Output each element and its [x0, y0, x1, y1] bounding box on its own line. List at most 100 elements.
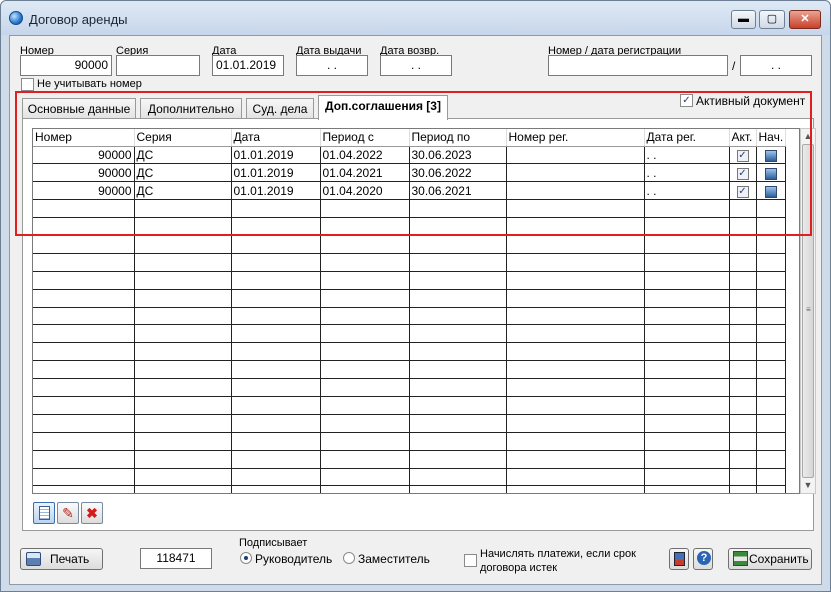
- table-cell-period-po[interactable]: 30.06.2023: [409, 146, 507, 165]
- table-cell-empty[interactable]: [506, 360, 645, 380]
- table-row-empty[interactable]: [33, 378, 787, 397]
- table-row-empty[interactable]: [33, 485, 787, 493]
- table-cell-empty[interactable]: [231, 450, 321, 469]
- table-cell-empty[interactable]: [33, 253, 135, 272]
- col-period-po[interactable]: Период по: [409, 129, 507, 147]
- table-cell-empty[interactable]: [729, 396, 757, 415]
- table-cell-empty[interactable]: [134, 271, 232, 290]
- table-cell-empty[interactable]: [644, 432, 730, 451]
- table-row-empty[interactable]: [33, 235, 787, 254]
- table-cell-empty[interactable]: [33, 432, 135, 451]
- table-cell-empty[interactable]: [134, 450, 232, 469]
- table-cell-empty[interactable]: [644, 485, 730, 493]
- table-cell-empty[interactable]: [409, 342, 507, 362]
- table-cell-empty[interactable]: [409, 450, 507, 469]
- table-cell-empty[interactable]: [320, 414, 410, 433]
- table-cell-empty[interactable]: [320, 485, 410, 493]
- nach-indicator-icon[interactable]: [764, 185, 777, 198]
- ignore-number-checkbox[interactable]: [21, 78, 34, 91]
- table-cell-nomer[interactable]: 90000: [33, 163, 135, 183]
- table-cell-empty[interactable]: [644, 342, 730, 362]
- table-cell-empty[interactable]: [320, 342, 410, 362]
- reg-number-field[interactable]: [548, 55, 728, 76]
- tab-dopolnitelno[interactable]: Дополнительно: [140, 98, 242, 119]
- table-row-empty[interactable]: [33, 253, 787, 272]
- table-cell-empty[interactable]: [729, 360, 757, 380]
- reg-date-field[interactable]: . .: [740, 55, 812, 76]
- table-cell-empty[interactable]: [644, 450, 730, 469]
- table-cell-empty[interactable]: [134, 378, 232, 397]
- nach-indicator-icon[interactable]: [764, 149, 777, 162]
- table-cell-empty[interactable]: [506, 324, 645, 344]
- table-row-empty[interactable]: [33, 468, 787, 487]
- delete-button[interactable]: ✖: [81, 502, 103, 524]
- table-cell-empty[interactable]: [756, 271, 787, 290]
- table-cell-empty[interactable]: [506, 378, 645, 397]
- table-cell-empty[interactable]: [134, 324, 232, 344]
- table-cell-empty[interactable]: [644, 324, 730, 344]
- table-cell-empty[interactable]: [33, 485, 135, 493]
- col-akt[interactable]: Акт.: [729, 129, 757, 147]
- table-cell-empty[interactable]: [756, 468, 787, 487]
- table-cell-period-s[interactable]: 01.04.2022: [320, 146, 410, 165]
- table-cell-empty[interactable]: [231, 253, 321, 272]
- table-cell-empty[interactable]: [134, 217, 232, 236]
- table-cell-empty[interactable]: [320, 468, 410, 487]
- table-cell-empty[interactable]: [506, 468, 645, 487]
- tab-dop-soglasheniya[interactable]: Доп.соглашения [3]: [318, 95, 448, 120]
- table-cell-empty[interactable]: [506, 217, 645, 236]
- table-cell-empty[interactable]: [134, 199, 232, 219]
- akt-checkbox[interactable]: ✓: [736, 167, 749, 180]
- table-cell-empty[interactable]: [729, 271, 757, 290]
- table-cell-empty[interactable]: [134, 360, 232, 380]
- table-cell-empty[interactable]: [756, 307, 787, 326]
- table-cell-empty[interactable]: [33, 342, 135, 362]
- table-cell-data-reg[interactable]: . .: [644, 146, 730, 165]
- table-cell-nomer[interactable]: 90000: [33, 181, 135, 201]
- table-cell-empty[interactable]: [33, 217, 135, 236]
- table-cell-empty[interactable]: [320, 199, 410, 219]
- col-nomer-reg[interactable]: Номер рег.: [506, 129, 645, 147]
- scroll-up-icon[interactable]: ▲: [801, 129, 815, 144]
- table-cell-empty[interactable]: [729, 414, 757, 433]
- tab-sud-dela[interactable]: Суд. дела: [246, 98, 314, 119]
- table-row[interactable]: 90000 ДС 01.01.2019 01.04.2022 30.06.2023 . .…: [33, 146, 787, 165]
- table-row-empty[interactable]: [33, 307, 787, 326]
- table-cell-empty[interactable]: [231, 468, 321, 487]
- table-cell-empty[interactable]: [134, 396, 232, 415]
- table-cell-empty[interactable]: [729, 432, 757, 451]
- table-cell-empty[interactable]: [756, 324, 787, 344]
- table-cell-empty[interactable]: [729, 468, 757, 487]
- table-cell-empty[interactable]: [409, 360, 507, 380]
- table-cell-empty[interactable]: [33, 199, 135, 219]
- table-cell-empty[interactable]: [33, 289, 135, 308]
- table-cell-empty[interactable]: [320, 450, 410, 469]
- table-cell-period-po[interactable]: 30.06.2021: [409, 181, 507, 201]
- table-cell-empty[interactable]: [320, 217, 410, 236]
- signer-deputy-radio[interactable]: [343, 552, 355, 564]
- table-cell-empty[interactable]: [231, 432, 321, 451]
- table-cell-empty[interactable]: [134, 307, 232, 326]
- table-cell-empty[interactable]: [134, 253, 232, 272]
- table-cell-empty[interactable]: [409, 378, 507, 397]
- table-cell-data-reg[interactable]: . .: [644, 181, 730, 201]
- table-cell-empty[interactable]: [320, 324, 410, 344]
- nomer-field[interactable]: 90000: [20, 55, 112, 76]
- table-cell-empty[interactable]: [231, 324, 321, 344]
- table-cell-empty[interactable]: [506, 235, 645, 254]
- table-cell-empty[interactable]: [644, 235, 730, 254]
- table-cell-empty[interactable]: [756, 360, 787, 380]
- table-cell-data[interactable]: 01.01.2019: [231, 146, 321, 165]
- table-cell-empty[interactable]: [409, 289, 507, 308]
- col-nomer[interactable]: Номер: [33, 129, 135, 147]
- table-cell-empty[interactable]: [134, 235, 232, 254]
- table-cell-empty[interactable]: [409, 253, 507, 272]
- table-cell-data-reg[interactable]: . .: [644, 163, 730, 183]
- table-cell-empty[interactable]: [756, 199, 787, 219]
- table-cell-nomer-reg[interactable]: [506, 181, 645, 201]
- table-cell-empty[interactable]: [231, 289, 321, 308]
- col-seriya[interactable]: Серия: [134, 129, 232, 147]
- table-cell-empty[interactable]: [506, 485, 645, 493]
- table-cell-empty[interactable]: [409, 414, 507, 433]
- table-cell-empty[interactable]: [320, 307, 410, 326]
